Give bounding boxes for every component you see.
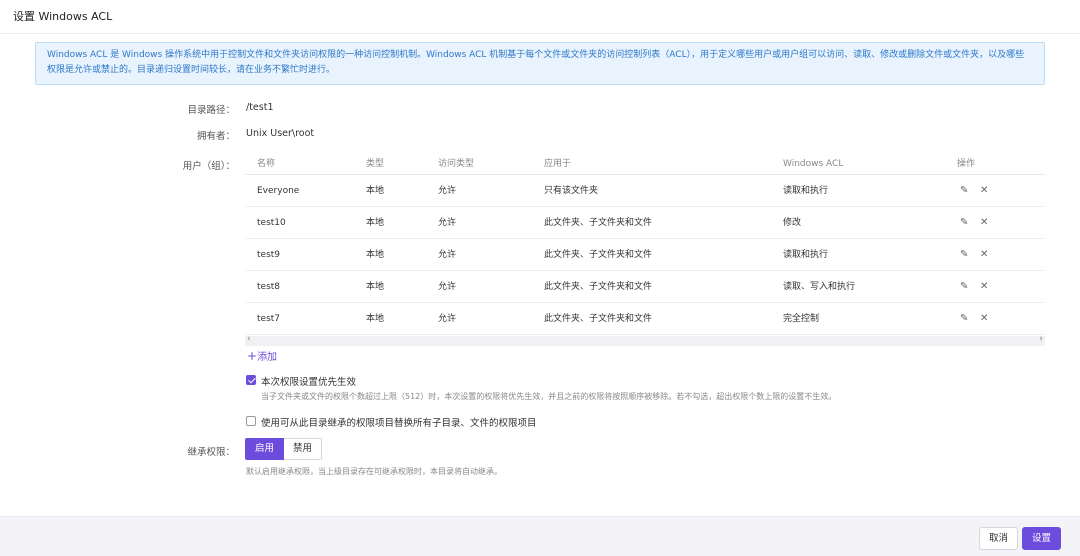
cell-name: Everyone — [257, 186, 300, 196]
dialog-title: 设置 Windows ACL — [0, 0, 1080, 34]
cell-access: 允许 — [438, 250, 457, 260]
close-icon[interactable]: ✕ — [980, 239, 988, 271]
chevron-right-icon[interactable]: › — [1039, 334, 1043, 344]
replace-checkbox[interactable] — [246, 416, 256, 426]
cell-apply: 此文件夹、子文件夹和文件 — [544, 282, 653, 292]
edit-icon[interactable]: ✎ — [960, 207, 968, 239]
add-user-button[interactable]: +添加 — [247, 348, 277, 363]
edit-icon[interactable]: ✎ — [960, 175, 968, 207]
table-header: 名称 类型 访问类型 应用于 Windows ACL 操作 — [245, 153, 1045, 175]
cell-apply: 此文件夹、子文件夹和文件 — [544, 314, 653, 324]
col-actions: 操作 — [957, 159, 976, 169]
close-icon[interactable]: ✕ — [980, 271, 988, 303]
path-label: 目录路径： — [187, 105, 235, 116]
priority-label: 本次权限设置优先生效 — [261, 377, 357, 388]
table-row: test10 本地 允许 此文件夹、子文件夹和文件 修改 ✎ ✕ — [245, 207, 1045, 239]
users-label: 用户（组）： — [182, 161, 235, 172]
cell-type: 本地 — [366, 314, 385, 324]
cell-name: test10 — [257, 218, 286, 228]
owner-label: 拥有者： — [196, 131, 235, 142]
cell-type: 本地 — [366, 218, 385, 228]
info-banner: Windows ACL 是 Windows 操作系统中用于控制文件和文件夹访问权… — [35, 42, 1045, 85]
cell-acl: 读取和执行 — [783, 186, 829, 196]
horizontal-scrollbar[interactable]: ‹ › — [245, 334, 1045, 346]
cell-apply: 此文件夹、子文件夹和文件 — [544, 218, 653, 228]
cell-name: test8 — [257, 282, 281, 292]
cell-acl: 完全控制 — [783, 314, 820, 324]
col-name: 名称 — [257, 159, 276, 169]
chevron-left-icon[interactable]: ‹ — [247, 334, 251, 344]
plus-icon: + — [247, 349, 258, 363]
replace-label: 使用可从此目录继承的权限项目替换所有子目录、文件的权限项目 — [261, 418, 537, 429]
table-row: test8 本地 允许 此文件夹、子文件夹和文件 读取、写入和执行 ✎ ✕ — [245, 271, 1045, 303]
cancel-button[interactable]: 取消 — [979, 527, 1019, 550]
cell-type: 本地 — [366, 250, 385, 260]
cell-apply: 只有该文件夹 — [544, 186, 599, 196]
close-icon[interactable]: ✕ — [980, 303, 988, 335]
close-icon[interactable]: ✕ — [980, 175, 988, 207]
cell-name: test7 — [257, 314, 281, 324]
cell-acl: 读取、写入和执行 — [783, 282, 856, 292]
add-label: 添加 — [257, 352, 278, 363]
path-value: /test1 — [246, 102, 274, 113]
table-row: test7 本地 允许 此文件夹、子文件夹和文件 完全控制 ✎ ✕ — [245, 303, 1045, 335]
inherit-disable-button[interactable]: 禁用 — [284, 438, 323, 460]
confirm-button[interactable]: 设置 — [1022, 527, 1062, 550]
col-acl: Windows ACL — [783, 159, 844, 169]
cell-type: 本地 — [366, 186, 385, 196]
priority-hint: 当子文件夹或文件的权限个数超过上限（512）时，本次设置的权限将优先生效，并且之… — [261, 392, 837, 401]
cell-access: 允许 — [438, 186, 457, 196]
table-row: Everyone 本地 允许 只有该文件夹 读取和执行 ✎ ✕ — [245, 175, 1045, 207]
cell-type: 本地 — [366, 282, 385, 292]
cell-acl: 读取和执行 — [783, 250, 829, 260]
cell-access: 允许 — [438, 314, 457, 324]
priority-checkbox[interactable] — [246, 375, 256, 385]
acl-table: 名称 类型 访问类型 应用于 Windows ACL 操作 Everyone 本… — [245, 153, 1045, 335]
edit-icon[interactable]: ✎ — [960, 271, 968, 303]
cell-acl: 修改 — [783, 218, 802, 228]
inherit-hint: 默认启用继承权限，当上级目录存在可继承权限时，本目录将自动继承。 — [246, 467, 502, 476]
dialog-footer: 取消 设置 — [0, 516, 1080, 556]
cell-name: test9 — [257, 250, 281, 260]
close-icon[interactable]: ✕ — [980, 207, 988, 239]
col-access: 访问类型 — [438, 159, 475, 169]
edit-icon[interactable]: ✎ — [960, 303, 968, 335]
inherit-toggle: 启用 禁用 — [245, 438, 323, 460]
inherit-label: 继承权限： — [187, 447, 235, 458]
cell-apply: 此文件夹、子文件夹和文件 — [544, 250, 653, 260]
table-row: test9 本地 允许 此文件夹、子文件夹和文件 读取和执行 ✎ ✕ — [245, 239, 1045, 271]
inherit-enable-button[interactable]: 启用 — [245, 438, 285, 460]
owner-value: Unix User\root — [246, 128, 315, 139]
col-apply: 应用于 — [544, 159, 572, 169]
cell-access: 允许 — [438, 218, 457, 228]
edit-icon[interactable]: ✎ — [960, 239, 968, 271]
cell-access: 允许 — [438, 282, 457, 292]
col-type: 类型 — [366, 159, 385, 169]
